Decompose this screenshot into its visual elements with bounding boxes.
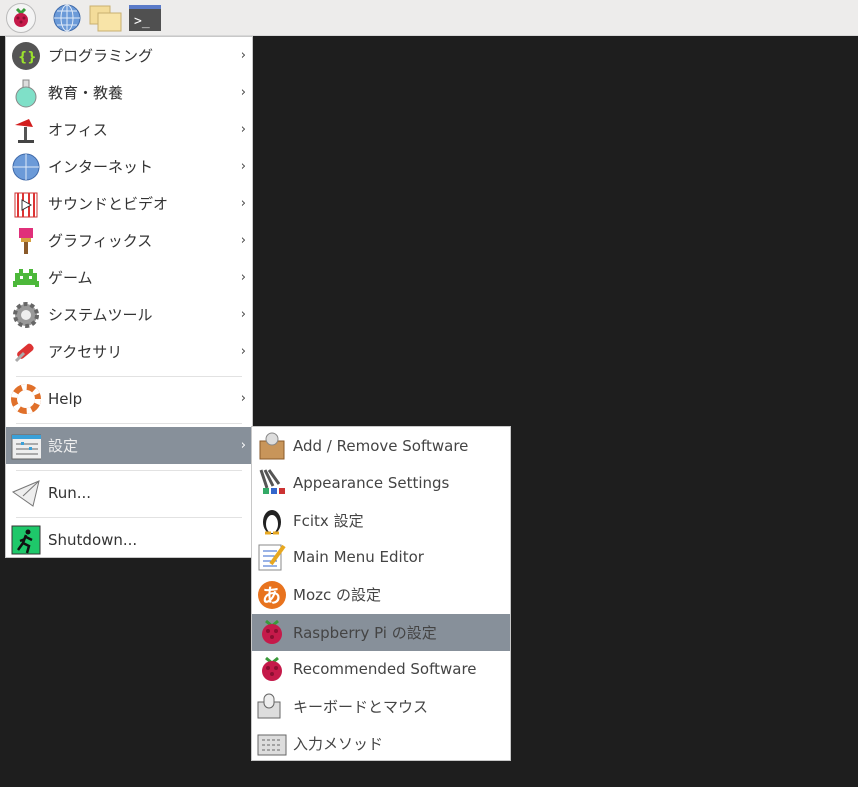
menu-item-label: 教育・教養	[48, 84, 124, 102]
menu-item-label: Shutdown...	[48, 530, 138, 549]
submenu-item[interactable]: Recommended Software	[252, 651, 510, 688]
submenu-item-label: Fcitx 設定	[293, 511, 364, 530]
chevron-right-icon: ›	[240, 159, 246, 174]
keyboard-icon	[257, 729, 287, 759]
system-tools-icon	[11, 300, 41, 330]
submenu-item-label: Mozc の設定	[293, 586, 382, 605]
package-icon	[257, 431, 287, 461]
menu-separator	[16, 376, 242, 377]
folder-icon	[89, 5, 122, 32]
svg-text:>_: >_	[134, 14, 150, 29]
chevron-right-icon: ›	[240, 85, 246, 100]
chevron-right-icon: ›	[240, 344, 246, 359]
menu-item-internet[interactable]: インターネット ›	[6, 148, 252, 185]
submenu-item[interactable]: Appearance Settings	[252, 464, 510, 501]
submenu-item-label: Recommended Software	[293, 660, 477, 679]
menu-item-label: オフィス	[48, 121, 108, 139]
menu-item-run[interactable]: Run...	[6, 474, 252, 511]
mozc-icon: あ	[257, 580, 287, 610]
chevron-right-icon: ›	[240, 270, 246, 285]
education-icon	[11, 78, 41, 108]
graphics-icon	[11, 226, 41, 256]
submenu-item[interactable]: 入力メソッド	[252, 725, 510, 762]
file-manager-button[interactable]	[89, 3, 123, 33]
submenu-item[interactable]: Add / Remove Software	[252, 427, 510, 464]
raspberry-menu-button[interactable]	[6, 3, 36, 33]
menu-separator	[16, 423, 242, 424]
menu-item-accessories[interactable]: アクセサリ ›	[6, 333, 252, 370]
terminal-button[interactable]: >_	[128, 3, 162, 33]
run-icon	[11, 478, 41, 508]
submenu-item[interactable]: キーボードとマウス	[252, 688, 510, 725]
chevron-right-icon: ›	[240, 391, 246, 406]
chevron-right-icon: ›	[240, 48, 246, 63]
menu-item-system-tools[interactable]: システムツール ›	[6, 296, 252, 333]
appearance-icon	[257, 468, 287, 498]
submenu-item-label: キーボードとマウス	[293, 698, 429, 717]
menu-item-games[interactable]: ゲーム ›	[6, 259, 252, 296]
submenu-item-label: Appearance Settings	[293, 473, 450, 492]
keyboard-mouse-icon	[257, 692, 287, 722]
games-icon	[11, 263, 41, 293]
submenu-item-label: Main Menu Editor	[293, 548, 424, 567]
svg-text:{}: {}	[18, 50, 37, 65]
menu-item-label: アクセサリ	[48, 343, 123, 361]
menu-separator	[16, 470, 242, 471]
menu-item-shutdown[interactable]: Shutdown...	[6, 521, 252, 558]
menu-item-sound-video[interactable]: サウンドとビデオ ›	[6, 185, 252, 222]
raspberry-icon	[257, 617, 287, 647]
menu-item-label: Run...	[48, 483, 92, 502]
menu-item-label: インターネット	[48, 158, 154, 176]
raspberry-icon	[14, 7, 28, 27]
raspberry-icon	[257, 654, 287, 684]
accessories-icon	[11, 337, 41, 367]
menu-editor-icon	[257, 542, 287, 572]
help-icon	[11, 383, 41, 414]
submenu-item[interactable]: Fcitx 設定	[252, 502, 510, 539]
menu-item-label: ゲーム	[48, 269, 93, 287]
programming-icon: {}	[11, 41, 41, 71]
menu-item-label: 設定	[48, 437, 79, 455]
preferences-submenu: Add / Remove Software Appearance Settings…	[251, 426, 511, 761]
menu-item-label: サウンドとビデオ	[48, 195, 169, 213]
chevron-right-icon: ›	[240, 438, 246, 453]
menu-item-programming[interactable]: {} プログラミング ›	[6, 37, 252, 74]
penguin-icon	[257, 505, 287, 535]
menu-item-label: プログラミング	[48, 47, 154, 65]
preferences-icon	[11, 431, 41, 461]
taskbar: >_	[0, 0, 858, 36]
menu-item-graphics[interactable]: グラフィックス ›	[6, 222, 252, 259]
menu-item-label: グラフィックス	[48, 232, 153, 250]
chevron-right-icon: ›	[240, 122, 246, 137]
web-browser-button[interactable]	[52, 3, 82, 33]
shutdown-icon	[11, 525, 41, 555]
menu-item-education[interactable]: 教育・教養 ›	[6, 74, 252, 111]
submenu-item[interactable]: Raspberry Pi の設定	[252, 613, 510, 651]
submenu-item-label: Add / Remove Software	[293, 436, 469, 455]
sound-video-icon	[11, 189, 41, 219]
menu-item-label: Help	[48, 389, 83, 408]
chevron-right-icon: ›	[240, 307, 246, 322]
internet-icon	[11, 152, 41, 182]
submenu-item[interactable]: Main Menu Editor	[252, 539, 510, 576]
submenu-item-label: Raspberry Pi の設定	[293, 623, 437, 642]
chevron-right-icon: ›	[240, 233, 246, 248]
terminal-icon: >_	[129, 5, 161, 31]
menu-separator	[16, 517, 242, 518]
svg-text:あ: あ	[262, 585, 281, 607]
menu-item-office[interactable]: オフィス ›	[6, 111, 252, 148]
submenu-item[interactable]: あ Mozc の設定	[252, 576, 510, 613]
menu-item-label: システムツール	[48, 306, 153, 324]
menu-item-preferences[interactable]: 設定 ›	[6, 427, 252, 464]
main-menu: {} プログラミング › 教育・教養 › オフィス › インターネット › サウンドとビデオ › グラ…	[5, 36, 253, 558]
office-icon	[11, 115, 41, 145]
chevron-right-icon: ›	[240, 196, 246, 211]
globe-icon	[53, 4, 81, 32]
submenu-item-label: 入力メソッド	[293, 735, 384, 754]
menu-item-help[interactable]: Help ›	[6, 380, 252, 417]
